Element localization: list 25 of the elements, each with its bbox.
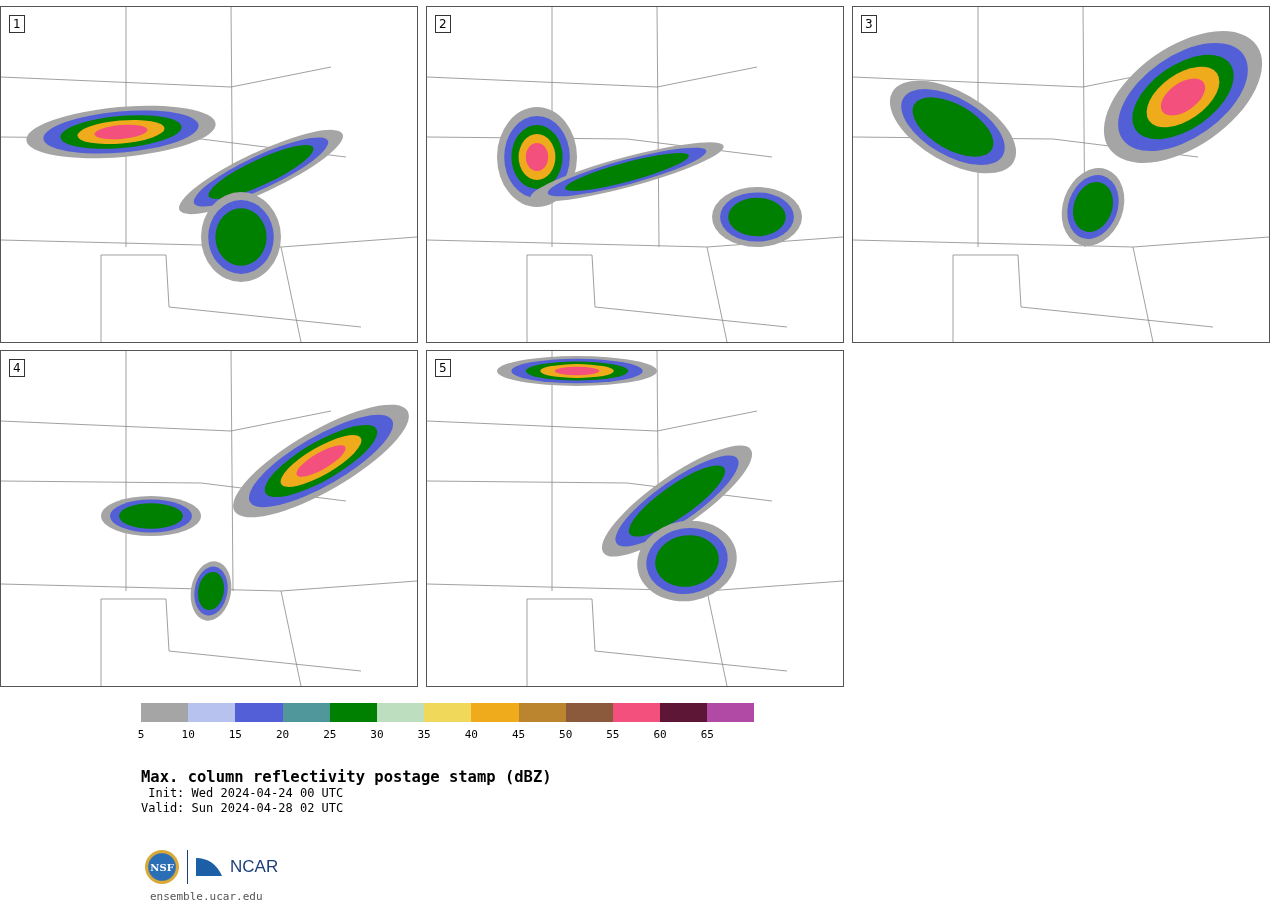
ncar-logo: NCAR: [230, 857, 279, 877]
nsf-logo: NSF: [145, 850, 179, 884]
valid-time: Valid: Sun 2024-04-28 02 UTC: [141, 801, 345, 816]
panel-number: 5: [435, 359, 451, 377]
tick-label: 45: [511, 728, 526, 741]
tick-label: 65: [700, 728, 714, 741]
tick-label: 20: [275, 728, 290, 741]
tick-label: 40: [464, 728, 478, 741]
chart-title: Max. column reflectivity postage stamp (dBZ): [141, 768, 553, 786]
tick-label: 15: [228, 728, 242, 741]
panel-number: 3: [861, 15, 877, 33]
tick-label: 35: [417, 728, 431, 741]
swoosh-icon: [196, 858, 222, 876]
init-time: Init: Wed 2024-04-24 00 UTC: [147, 786, 345, 801]
tick-label: 30: [370, 728, 384, 741]
tick-label: 5: [137, 728, 145, 741]
tick-label: 60: [653, 728, 667, 741]
site-url: ensemble.ucar.edu: [149, 890, 264, 901]
tick-label: 25: [323, 728, 337, 741]
tick-label: 10: [181, 728, 195, 741]
tick-label: 55: [606, 728, 620, 741]
panel-number: 4: [9, 359, 25, 377]
tick-label: 50: [559, 728, 573, 741]
panel-number: 2: [435, 15, 451, 33]
panel-number: 1: [9, 15, 25, 33]
